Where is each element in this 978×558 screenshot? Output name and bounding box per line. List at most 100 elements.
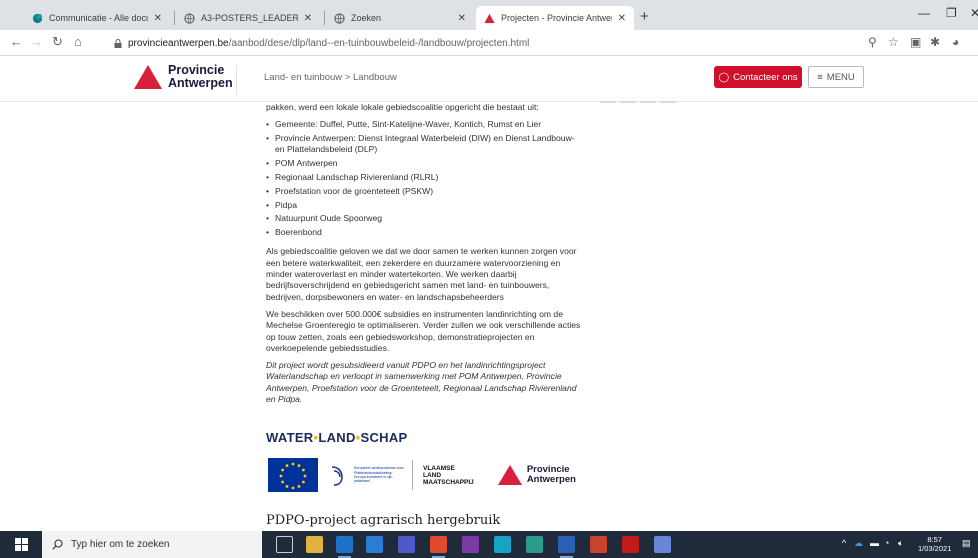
intro-text: pakken, werd een lokale lokale gebiedsco… — [266, 102, 539, 112]
search-icon — [52, 539, 63, 550]
tab-separator — [324, 11, 325, 25]
list-item: Gemeente: Duffel, Putte, Sint-Katelijne-… — [266, 119, 586, 131]
vlm-logo: VLAAMSE LAND MAATSCHAPPIJ — [423, 465, 474, 486]
tab-separator — [174, 11, 175, 25]
wifi-icon[interactable]: ◔ — [884, 538, 889, 548]
contact-button[interactable]: ◯ Contacteer ons — [714, 66, 802, 88]
eafrd-logo: Europees Landbouwfonds voor Plattelandso… — [328, 460, 413, 490]
onenote-icon[interactable] — [462, 536, 479, 553]
tab-label: Zoeken — [351, 13, 382, 23]
paint-icon[interactable] — [654, 536, 671, 553]
web-icon — [334, 12, 345, 24]
close-icon[interactable]: ✕ — [458, 13, 466, 24]
paragraph: Als gebiedscoalitie geloven we dat we do… — [266, 246, 577, 302]
browser-toolbar: ← → ↻ ⌂ provincieantwerpen.be/aanbod/des… — [0, 30, 978, 56]
menu-button[interactable]: ≡ MENU — [808, 66, 864, 88]
address-bar[interactable]: provincieantwerpen.be/aanbod/dese/dlp/la… — [114, 33, 884, 53]
extension-icon[interactable]: ▣ — [910, 35, 921, 49]
provincie-logo-icon — [134, 65, 162, 89]
list-item: Boerenbond — [266, 227, 586, 239]
section-title: PDPO-project agrarisch hergebruik — [266, 513, 501, 528]
hamburger-icon: ≡ — [817, 71, 823, 83]
app-icon[interactable] — [526, 536, 543, 553]
tab-zoeken[interactable]: Zoeken ✕ — [326, 6, 474, 30]
logo-text: Provincie Antwerpen — [168, 64, 233, 90]
breadcrumb[interactable]: Land- en tuinbouw > Landbouw — [264, 72, 397, 83]
logo-text: Provincie Antwerpen — [527, 465, 576, 485]
task-view-icon[interactable] — [276, 536, 293, 553]
taskbar-search-input[interactable]: Typ hier om te zoeken — [42, 531, 262, 558]
list-item: Proefstation voor de groenteteelt (PSKW) — [266, 186, 586, 198]
subsidy-note: Dit project wordt gesubsidieerd vanuit P… — [266, 360, 577, 405]
word-icon[interactable] — [558, 536, 575, 558]
profile-icon[interactable]: ◕ — [952, 35, 959, 49]
vlm-line-1: VLAAMSE — [423, 464, 455, 472]
pager-dot — [620, 101, 636, 103]
contact-label: Contacteer ons — [733, 71, 798, 83]
pager-dot — [640, 101, 656, 103]
wls-schap: SCHAP — [360, 430, 408, 445]
coalition-list: Gemeente: Duffel, Putte, Sint-Katelijne-… — [266, 119, 586, 238]
menu-label: MENU — [826, 71, 855, 83]
tray-chevron-icon[interactable]: ^ — [842, 538, 846, 548]
lock-icon — [114, 38, 122, 48]
minimize-icon[interactable]: — — [918, 6, 930, 20]
forward-icon[interactable]: → — [30, 34, 43, 49]
url-path: /aanbod/dese/dlp/land--en-tuinbouwbeleid… — [228, 37, 530, 49]
powerpoint-icon[interactable] — [590, 536, 607, 553]
onedrive-icon[interactable]: ☁ — [854, 538, 863, 549]
reload-icon[interactable]: ↻ — [52, 34, 63, 50]
pager-dot — [660, 101, 676, 103]
home-icon[interactable]: ⌂ — [74, 34, 82, 49]
tab-posters[interactable]: A3-POSTERS_LEADER_P1_P2_P3 ✕ — [176, 6, 320, 30]
clock-time: 8:57 — [927, 535, 942, 544]
notifications-icon[interactable]: ▤ — [962, 538, 971, 549]
flemish-lion-icon — [331, 466, 343, 486]
file-explorer-icon[interactable] — [306, 536, 323, 553]
skype-icon[interactable] — [494, 536, 511, 553]
wls-land: LAND — [318, 430, 356, 445]
provincie-logo[interactable]: Provincie Antwerpen — [134, 64, 233, 90]
outlook-icon[interactable] — [366, 536, 383, 553]
tab-label: A3-POSTERS_LEADER_P1_P2_P3 — [201, 13, 298, 23]
pager-dot — [600, 101, 616, 103]
waterlandschap-logo: WATER•LAND•SCHAP — [266, 430, 408, 445]
teams-icon[interactable] — [398, 536, 415, 553]
close-icon[interactable]: ✕ — [304, 13, 312, 24]
close-icon[interactable]: ✕ — [154, 13, 162, 24]
acrobat-icon[interactable] — [622, 536, 639, 553]
network-icon[interactable]: ▬ — [870, 538, 879, 548]
volume-icon[interactable]: 🔈︎ — [898, 538, 903, 549]
eu-stars-icon — [279, 462, 307, 490]
close-window-icon[interactable]: ✕ — [970, 6, 978, 20]
puzzle-icon[interactable]: ✱ — [930, 35, 940, 49]
clock-date: 1/03/2021 — [918, 544, 952, 553]
list-item: Natuurpunt Oude Spoorweg — [266, 213, 586, 225]
wls-water: WATER — [266, 430, 314, 445]
clock[interactable]: 8:57 1/03/2021 — [918, 535, 951, 553]
close-icon[interactable]: ✕ — [618, 13, 626, 24]
site-header: Provincie Antwerpen Land- en tuinbouw > … — [0, 57, 978, 102]
provincie-antwerpen-logo: Provincie Antwerpen — [497, 465, 576, 485]
chrome-icon[interactable] — [430, 536, 447, 558]
zoom-icon[interactable]: ⚲ — [868, 35, 877, 49]
maximize-icon[interactable]: ❐ — [946, 6, 957, 20]
chat-icon: ◯ — [718, 71, 730, 83]
provincie-icon — [484, 13, 495, 23]
edge-icon[interactable] — [336, 536, 353, 558]
eu-flag-logo — [268, 458, 318, 492]
partner-logos: Europees Landbouwfonds voor Plattelandso… — [268, 457, 576, 493]
web-icon — [184, 12, 195, 24]
new-tab-button[interactable]: + — [640, 8, 649, 25]
start-button[interactable] — [0, 531, 42, 558]
paragraph: We beschikken over 500.000€ subsidies en… — [266, 308, 581, 353]
search-placeholder: Typ hier om te zoeken — [71, 539, 170, 550]
divider — [412, 460, 413, 490]
logo-line-2: Antwerpen — [526, 474, 576, 485]
back-icon[interactable]: ← — [10, 34, 23, 49]
tab-communicatie[interactable]: Communicatie - Alle documenten ✕ — [24, 6, 170, 30]
divider — [236, 65, 237, 95]
tab-projecten[interactable]: Projecten - Provincie Antwerpen ✕ — [476, 6, 634, 30]
tab-label: Projecten - Provincie Antwerpen — [501, 13, 612, 23]
bookmark-star-icon[interactable]: ☆ — [888, 35, 899, 49]
